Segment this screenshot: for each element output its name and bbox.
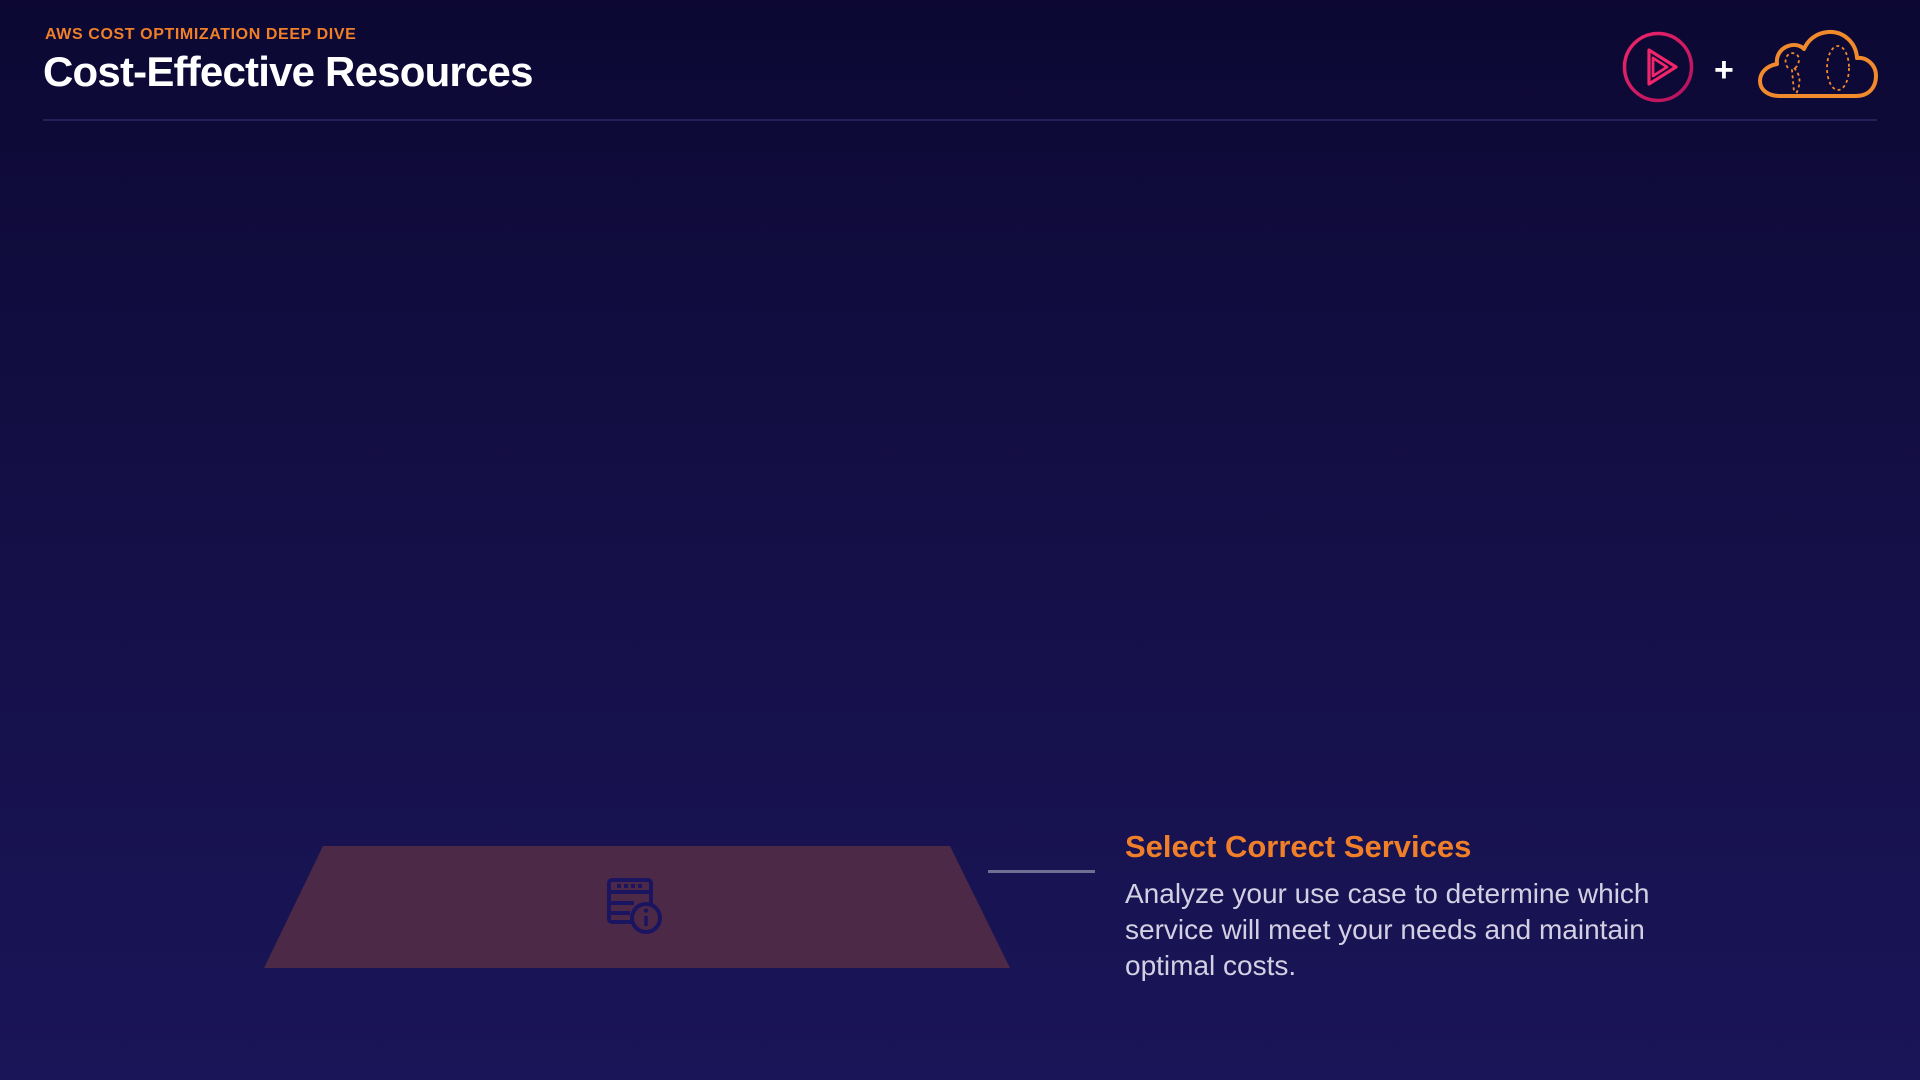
connector-line	[988, 870, 1095, 873]
plus-sign: +	[1714, 51, 1734, 89]
header-divider	[43, 119, 1877, 121]
pluralsight-play-icon	[1622, 31, 1694, 103]
server-info-icon	[607, 878, 662, 934]
acloudguru-cloud-icon	[1758, 29, 1878, 98]
step-description: Analyze your use case to determine which…	[1125, 878, 1650, 981]
step-heading: Select Correct Services	[1125, 829, 1472, 864]
page-title: Cost-Effective Resources	[43, 48, 533, 95]
header-eyebrow: AWS COST OPTIMIZATION DEEP DIVE	[45, 26, 357, 43]
